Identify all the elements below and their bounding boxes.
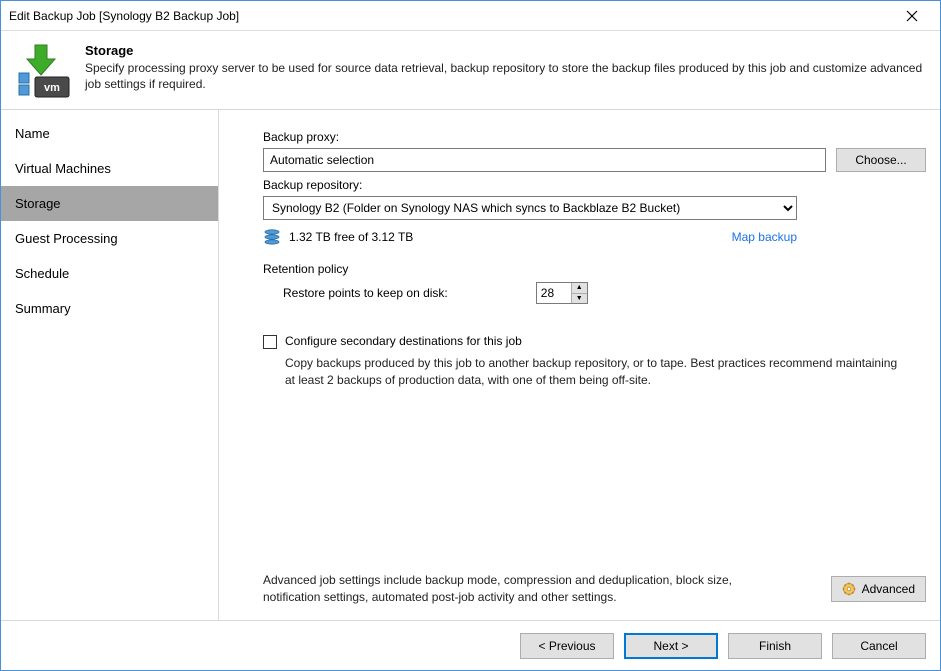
- sidebar-item-guest-processing[interactable]: Guest Processing: [1, 221, 218, 256]
- retention-policy-label: Retention policy: [263, 262, 926, 276]
- choose-proxy-button[interactable]: Choose...: [836, 148, 926, 172]
- advanced-row: Advanced job settings include backup mod…: [263, 572, 926, 610]
- storage-panel: Backup proxy: Choose... Backup repositor…: [219, 110, 940, 620]
- backup-proxy-input[interactable]: [263, 148, 826, 172]
- restore-points-label: Restore points to keep on disk:: [283, 286, 448, 300]
- disk-stack-icon: [263, 228, 281, 246]
- finish-button[interactable]: Finish: [728, 633, 822, 659]
- previous-button[interactable]: < Previous: [520, 633, 614, 659]
- svg-text:vm: vm: [44, 82, 60, 94]
- sidebar-item-summary[interactable]: Summary: [1, 291, 218, 326]
- backup-repository-select[interactable]: Synology B2 (Folder on Synology NAS whic…: [263, 196, 797, 220]
- restore-points-input[interactable]: [537, 283, 571, 303]
- sidebar-item-storage[interactable]: Storage: [1, 186, 218, 221]
- close-button[interactable]: [892, 2, 932, 30]
- next-button[interactable]: Next >: [624, 633, 718, 659]
- dialog-footer: < Previous Next > Finish Cancel: [1, 620, 940, 670]
- dialog-body: Name Virtual Machines Storage Guest Proc…: [1, 109, 940, 620]
- sidebar-item-name[interactable]: Name: [1, 116, 218, 151]
- secondary-dest-checkbox[interactable]: [263, 335, 277, 349]
- wizard-sidebar: Name Virtual Machines Storage Guest Proc…: [1, 110, 219, 620]
- titlebar: Edit Backup Job [Synology B2 Backup Job]: [1, 1, 940, 31]
- dialog-window: Edit Backup Job [Synology B2 Backup Job]…: [0, 0, 941, 671]
- secondary-dest-label: Configure secondary destinations for thi…: [285, 334, 522, 348]
- advanced-note: Advanced job settings include backup mod…: [263, 572, 763, 606]
- backup-proxy-label: Backup proxy:: [263, 130, 926, 144]
- gear-icon: [842, 582, 856, 596]
- header-text: Storage Specify processing proxy server …: [85, 43, 926, 92]
- restore-points-spinner[interactable]: ▲ ▼: [536, 282, 588, 304]
- storage-free-text: 1.32 TB free of 3.12 TB: [289, 230, 413, 244]
- storage-free-row: 1.32 TB free of 3.12 TB Map backup: [263, 228, 797, 246]
- cancel-button[interactable]: Cancel: [832, 633, 926, 659]
- sidebar-item-schedule[interactable]: Schedule: [1, 256, 218, 291]
- spinner-up-icon[interactable]: ▲: [572, 283, 587, 294]
- sidebar-item-virtual-machines[interactable]: Virtual Machines: [1, 151, 218, 186]
- advanced-button[interactable]: Advanced: [831, 576, 926, 602]
- spinner-arrows: ▲ ▼: [571, 283, 587, 303]
- map-backup-link[interactable]: Map backup: [732, 230, 797, 244]
- secondary-dest-row: Configure secondary destinations for thi…: [263, 334, 926, 349]
- restore-points-row: Restore points to keep on disk: ▲ ▼: [263, 282, 926, 304]
- storage-header-icon: vm: [15, 43, 71, 99]
- window-title: Edit Backup Job [Synology B2 Backup Job]: [9, 9, 892, 23]
- advanced-button-label: Advanced: [862, 582, 915, 596]
- header-title: Storage: [85, 43, 926, 58]
- spinner-down-icon[interactable]: ▼: [572, 294, 587, 304]
- close-icon: [906, 10, 918, 22]
- secondary-dest-description: Copy backups produced by this job to ano…: [263, 355, 903, 389]
- dialog-header: vm Storage Specify processing proxy serv…: [1, 31, 940, 109]
- backup-repository-label: Backup repository:: [263, 178, 926, 192]
- header-description: Specify processing proxy server to be us…: [85, 60, 926, 92]
